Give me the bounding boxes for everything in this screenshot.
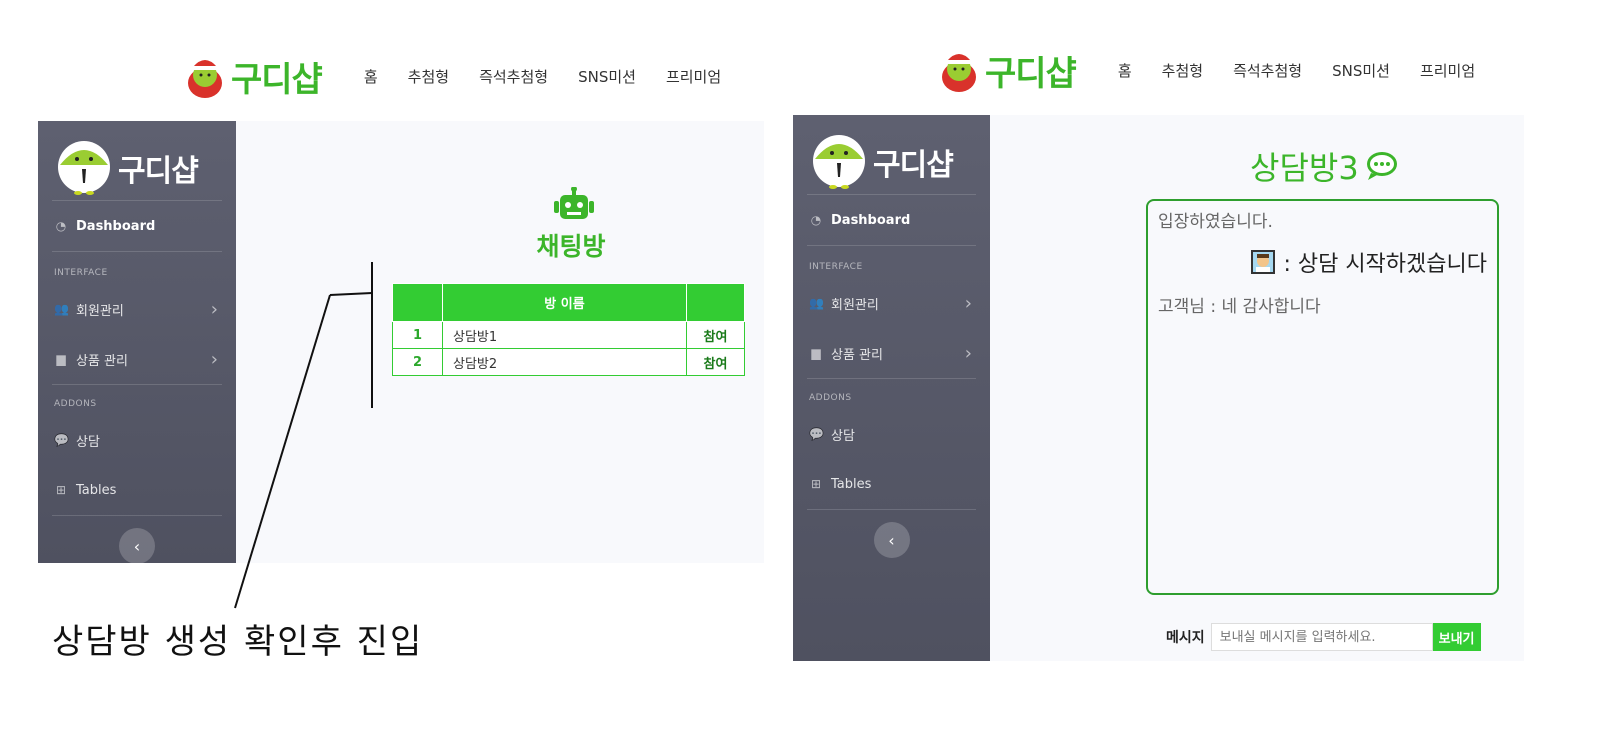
right-sidebar-heading-interface: INTERFACE bbox=[809, 262, 863, 272]
right-sidebar-brand[interactable]: 구디샵 bbox=[807, 115, 976, 195]
my-message-text: : 상담 시작하겠습니다 bbox=[1283, 252, 1487, 277]
right-sidebar-product-label: 상품 관리 bbox=[831, 347, 883, 363]
chevron-right-icon: › bbox=[964, 342, 972, 364]
mascot-santa-icon bbox=[942, 54, 976, 92]
right-sidebar-consult-label: 상담 bbox=[831, 428, 855, 444]
right-sidebar: 구디샵 ◔ Dashboard INTERFACE 👥 회원관리 › ▆ 상품 … bbox=[793, 115, 990, 661]
message-input[interactable] bbox=[1210, 623, 1433, 651]
divider bbox=[807, 245, 976, 246]
annotation-text: 상담방 생성 확인후 진입 bbox=[52, 622, 424, 662]
system-message: 입장하였습니다. bbox=[1158, 212, 1273, 232]
right-sidebar-dashboard[interactable]: ◔ Dashboard bbox=[793, 195, 990, 245]
right-sidebar-member[interactable]: 👥 회원관리 › bbox=[793, 278, 990, 328]
send-button[interactable]: 보내기 bbox=[1432, 623, 1481, 651]
divider bbox=[807, 378, 976, 379]
box-icon: ▆ bbox=[811, 346, 821, 360]
right-sidebar-dashboard-label: Dashboard bbox=[831, 212, 911, 228]
right-sidebar-tables-label: Tables bbox=[831, 476, 872, 492]
right-top-nav: 구디샵 홈 추첨형 즉석추첨형 SNS미션 프리미엄 bbox=[937, 46, 1505, 94]
right-logo-text: 구디샵 bbox=[985, 53, 1077, 94]
users-icon: 👥 bbox=[809, 296, 824, 310]
right-nav-premium[interactable]: 프리미엄 bbox=[1420, 60, 1475, 81]
right-nav-home[interactable]: 홈 bbox=[1118, 60, 1132, 81]
table-icon: ⊞ bbox=[810, 477, 822, 491]
right-sidebar-product[interactable]: ▆ 상품 관리 › bbox=[793, 328, 990, 378]
right-sidebar-heading-addons: ADDONS bbox=[809, 393, 852, 403]
room-title: 상담방3 bbox=[1250, 143, 1399, 189]
right-sidebar-consult[interactable]: 💬 상담 bbox=[793, 409, 990, 459]
room-title-text: 상담방3 bbox=[1250, 149, 1359, 187]
message-label: 메시지 bbox=[1166, 630, 1205, 646]
right-nav-sns-mission[interactable]: SNS미션 bbox=[1332, 60, 1390, 81]
chat-bubble-icon bbox=[1366, 152, 1397, 180]
right-nav-draw[interactable]: 추첨형 bbox=[1162, 60, 1203, 81]
dashboard-icon: ◔ bbox=[810, 213, 822, 227]
right-sidebar-tables[interactable]: ⊞ Tables bbox=[793, 459, 990, 509]
customer-message: 고객님 : 네 감사합니다 bbox=[1158, 297, 1321, 317]
compose-bar: 메시지 보내기 bbox=[1166, 623, 1481, 651]
right-nav-instant-draw[interactable]: 즉석추첨형 bbox=[1233, 60, 1302, 81]
right-logo[interactable]: 구디샵 bbox=[937, 46, 1077, 95]
agent-avatar-icon bbox=[1251, 250, 1276, 274]
chat-icon: 💬 bbox=[809, 427, 824, 441]
mascot-icon bbox=[813, 134, 865, 189]
my-message: : 상담 시작하겠습니다 bbox=[1158, 246, 1487, 278]
chevron-right-icon: › bbox=[964, 292, 972, 314]
right-sidebar-member-label: 회원관리 bbox=[831, 297, 879, 313]
sidebar-toggle-button[interactable]: ‹ bbox=[873, 522, 910, 558]
right-sidebar-brand-text: 구디샵 bbox=[873, 147, 954, 183]
divider bbox=[807, 509, 976, 510]
chat-messages-box[interactable]: 입장하였습니다. : 상담 시작하겠습니다 고객님 : 네 감사합니다 bbox=[1146, 199, 1499, 595]
right-content: 상담방3 입장하였습니다. : 상담 시작하겠습니다 고객님 : 네 감사합니다… bbox=[990, 115, 1524, 661]
